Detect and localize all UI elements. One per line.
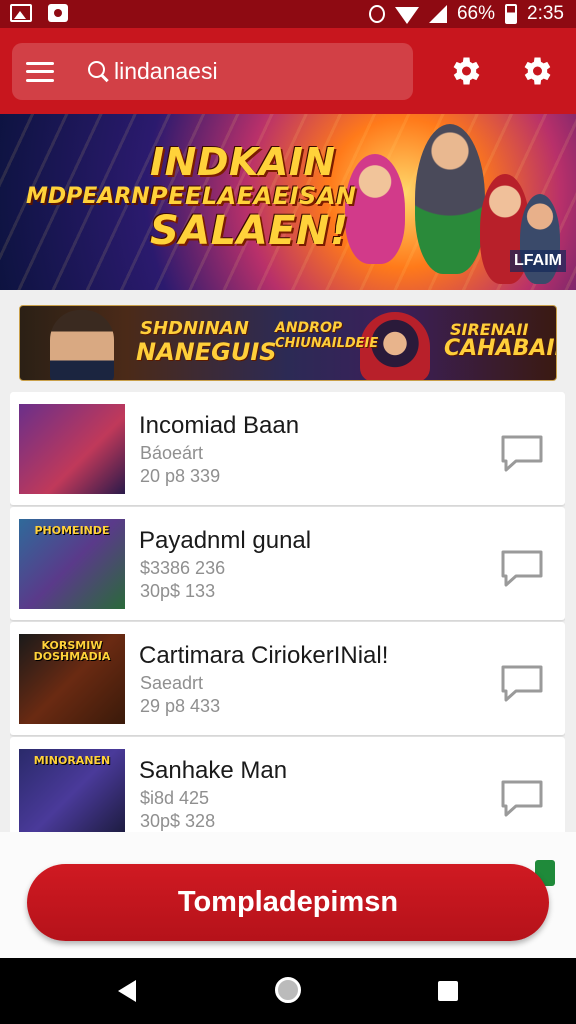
search-icon[interactable] bbox=[88, 60, 110, 83]
list-item[interactable]: KORSMIW DOSHMADIA Cartimara CiriokerINia… bbox=[10, 622, 565, 735]
item-title: Sanhake Man bbox=[139, 757, 288, 784]
search-input[interactable]: lindanaesi bbox=[114, 58, 218, 85]
game-thumbnail: KORSMIW DOSHMADIA bbox=[19, 634, 125, 724]
item-subtitle: Báoeárt bbox=[140, 443, 204, 463]
hero-side-text: MDPEARN bbox=[26, 184, 150, 209]
list-item[interactable]: Incomiad Baan Báoeárt 20 p8 339 bbox=[10, 392, 565, 505]
bag-icon bbox=[48, 4, 68, 22]
primary-cta-button[interactable]: Tompladepimsn bbox=[27, 864, 549, 941]
promo-text: NANEGUIS bbox=[136, 338, 277, 366]
item-subtitle: $3386 236 bbox=[140, 558, 226, 578]
home-icon[interactable] bbox=[275, 977, 301, 1003]
promo-person bbox=[50, 310, 114, 380]
promo-text: CAHABAIR bbox=[444, 336, 556, 361]
menu-icon[interactable] bbox=[26, 61, 54, 82]
promo-text: ANDROP bbox=[275, 320, 343, 336]
item-subtitle: Saeadrt bbox=[140, 673, 204, 693]
list-item[interactable]: MINORANEN Sanhake Man $i8d 425 30p$ 328 bbox=[10, 737, 565, 832]
item-meta: 20 p8 339 bbox=[140, 466, 221, 486]
hero-title-2: SALAEN! bbox=[150, 208, 349, 254]
item-title: Payadnml gunal bbox=[139, 527, 312, 554]
chat-icon[interactable] bbox=[500, 664, 544, 702]
item-meta: 29 p8 433 bbox=[140, 696, 221, 716]
chat-icon[interactable] bbox=[500, 779, 544, 817]
promo-banner[interactable]: SHDNINAN NANEGUIS ANDROP CHIUNAILDEIE SI… bbox=[19, 305, 557, 381]
chat-icon[interactable] bbox=[500, 434, 544, 472]
item-meta: 30p$ 328 bbox=[140, 811, 216, 831]
system-nav-bar bbox=[0, 958, 576, 1024]
app-bar: lindanaesi bbox=[0, 28, 576, 114]
settings-icon[interactable] bbox=[447, 53, 483, 89]
search-bar[interactable]: lindanaesi bbox=[12, 43, 413, 100]
hero-tag: LFAIM bbox=[510, 250, 566, 272]
promo-text: SHDNINAN bbox=[140, 318, 249, 339]
hero-subtitle: PEELAEAEISAN bbox=[150, 182, 357, 210]
status-bar: 66% 2:35 bbox=[0, 0, 576, 28]
back-icon[interactable] bbox=[118, 980, 136, 1002]
promo-text: CHIUNAILDEIE bbox=[275, 336, 379, 351]
hero-character bbox=[415, 124, 485, 274]
settings-icon[interactable] bbox=[518, 53, 554, 89]
battery-icon bbox=[505, 4, 518, 24]
wifi-icon bbox=[394, 6, 419, 24]
battery-percent: 66% bbox=[456, 3, 496, 24]
image-icon bbox=[10, 4, 32, 22]
item-subtitle: $i8d 425 bbox=[140, 788, 210, 808]
game-list: Incomiad Baan Báoeárt 20 p8 339 PHOMEIND… bbox=[10, 392, 565, 832]
signal-icon bbox=[428, 5, 447, 23]
hero-title: INDKAIN bbox=[150, 140, 336, 184]
item-title: Incomiad Baan bbox=[139, 412, 300, 439]
recents-icon[interactable] bbox=[438, 981, 458, 1001]
alarm-icon bbox=[368, 5, 385, 23]
game-thumbnail bbox=[19, 404, 125, 494]
hero-banner[interactable]: MDPEARN INDKAIN PEELAEAEISAN SALAEN! LFA… bbox=[0, 114, 576, 290]
item-meta: 30p$ 133 bbox=[140, 581, 216, 601]
item-title: Cartimara CiriokerINial! bbox=[139, 642, 389, 669]
game-thumbnail: PHOMEINDE bbox=[19, 519, 125, 609]
list-item[interactable]: PHOMEINDE Payadnml gunal $3386 236 30p$ … bbox=[10, 507, 565, 620]
clock: 2:35 bbox=[527, 3, 564, 24]
game-thumbnail: MINORANEN bbox=[19, 749, 125, 832]
chat-icon[interactable] bbox=[500, 549, 544, 587]
